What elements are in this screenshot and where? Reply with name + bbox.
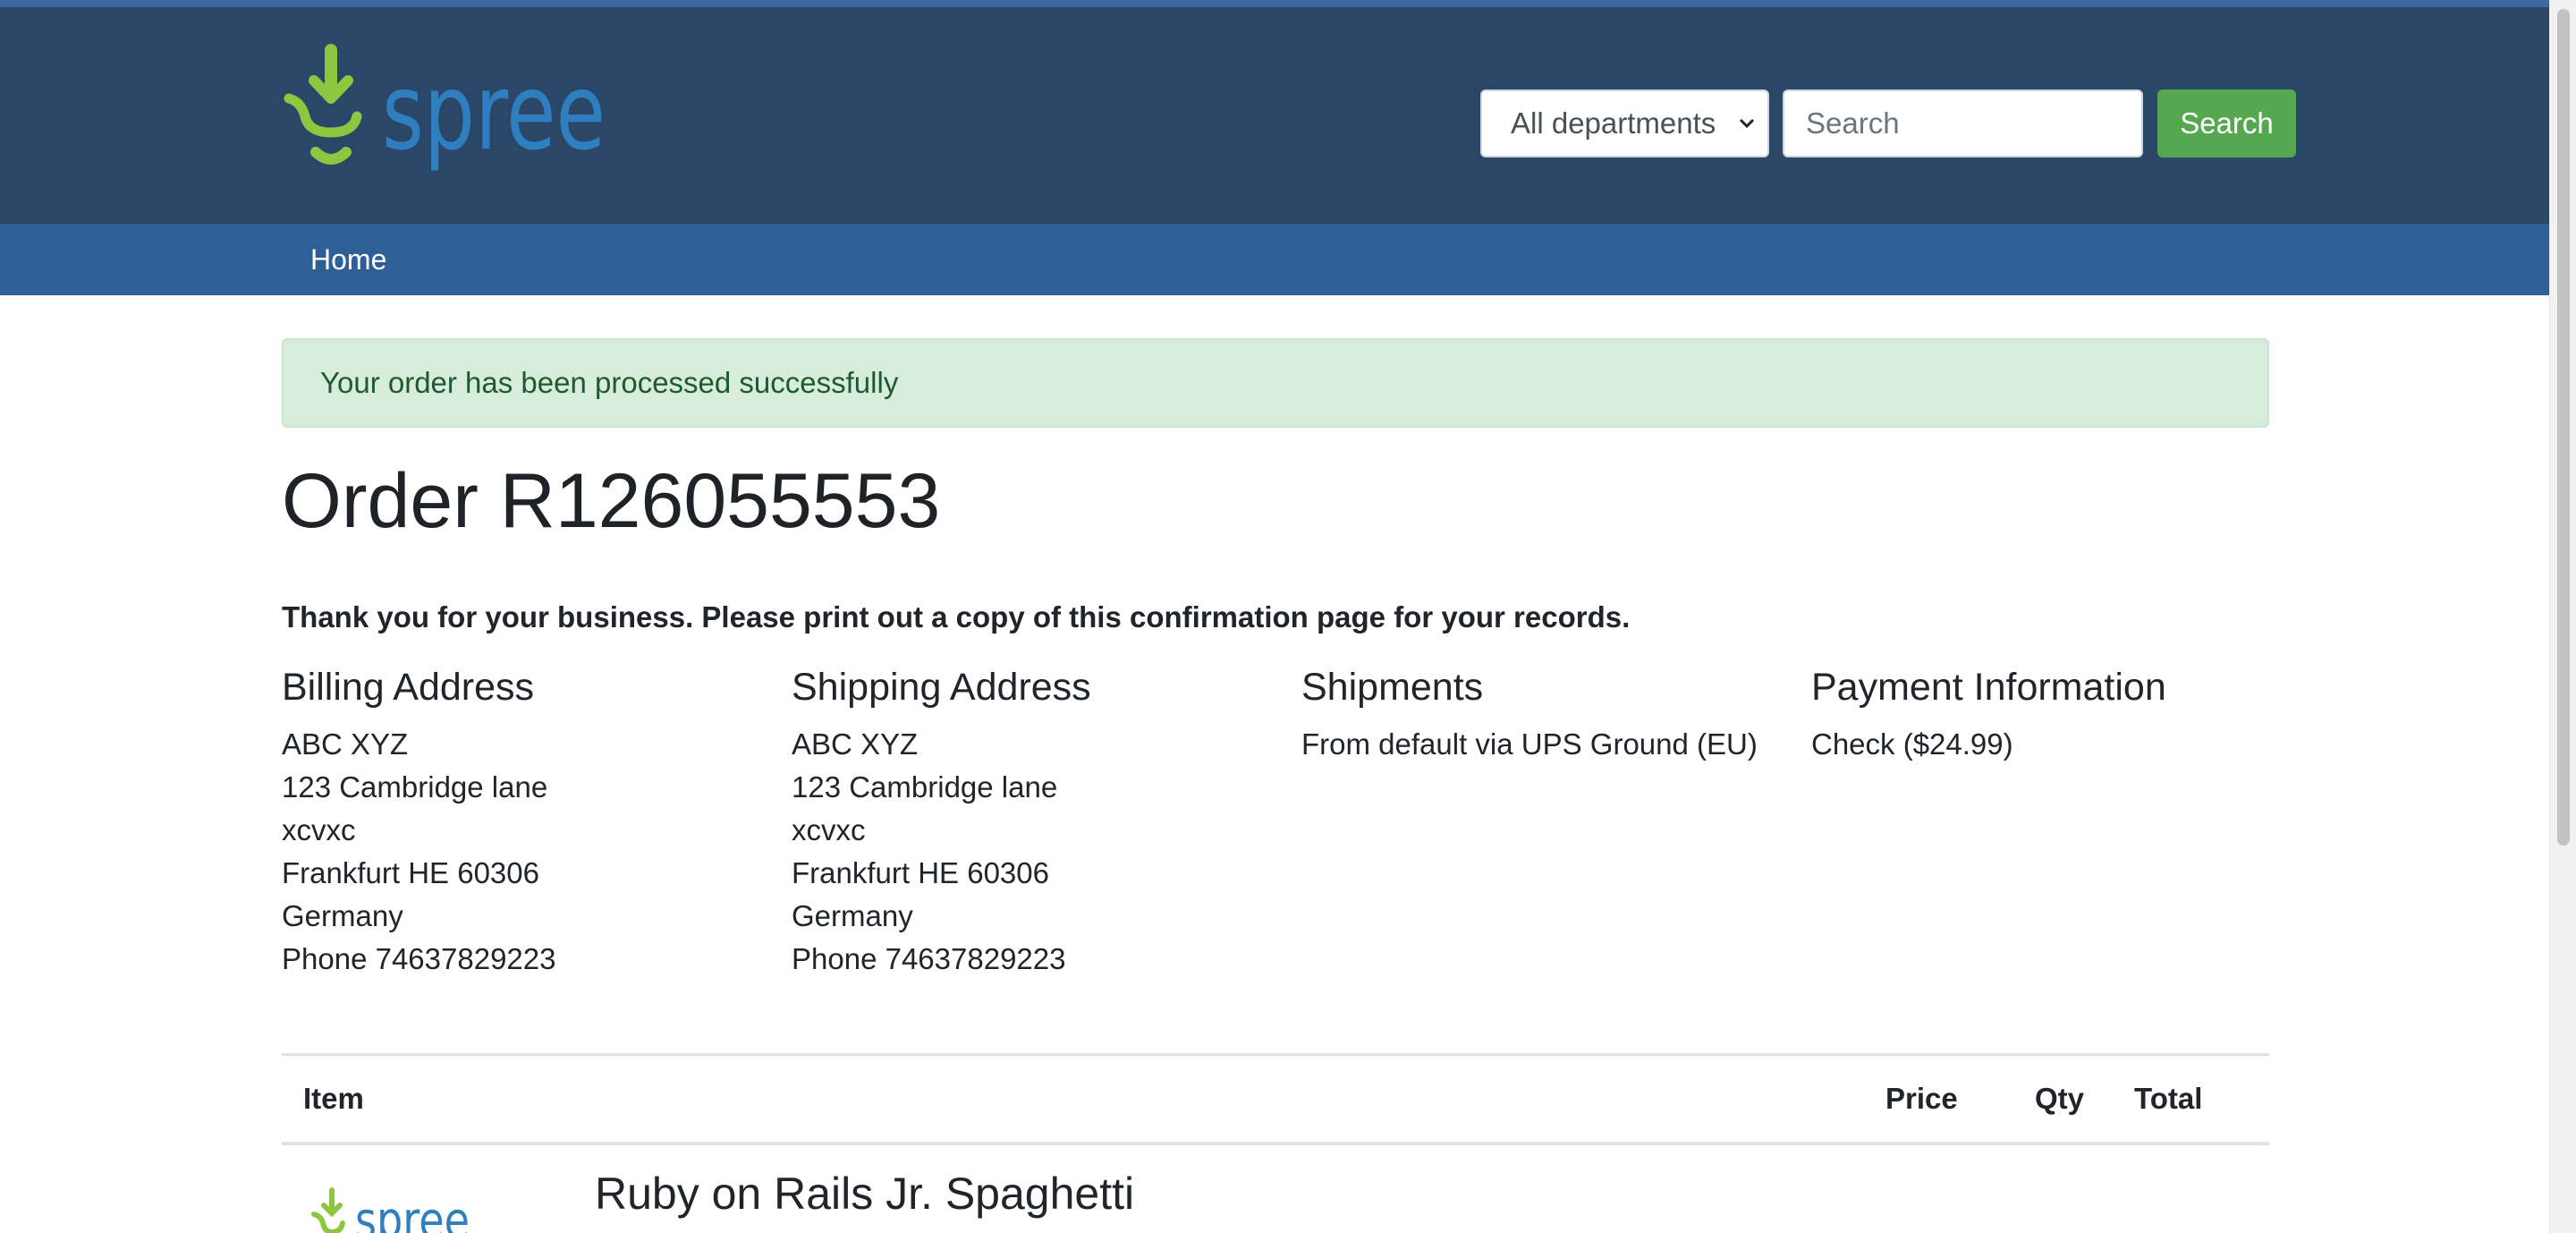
billing-country: Germany [282,899,403,932]
spree-logo: spree [284,44,606,174]
table-top-border [282,1053,2269,1056]
search-button[interactable]: Search [2157,89,2296,157]
table-header-qty: Qty [2035,1082,2085,1115]
billing-street: 123 Cambridge lane [282,770,548,804]
shipping-address-lines: ABC XYZ 123 Cambridge lane xcvxc Frankfu… [792,723,1275,981]
chevron-down-icon [1739,118,1755,129]
table-header-price: Price [1885,1082,1958,1115]
billing-address-heading: Billing Address [282,666,535,709]
shipment-method: From default via UPS Ground (EU) [1301,727,1758,761]
shipping-street: 123 Cambridge lane [792,770,1058,804]
svg-text:spree: spree [382,50,606,174]
top-accent-bar [0,0,2549,7]
product-name-link[interactable]: Ruby on Rails Jr. Spaghetti [595,1168,1134,1220]
main-nav: Home [0,224,2549,295]
shipping-name: ABC XYZ [792,727,919,761]
shipping-city: Frankfurt HE 60306 [792,856,1049,889]
nav-home-link[interactable]: Home [310,224,386,295]
scrollbar-thumb[interactable] [2557,9,2570,846]
shipping-address-section: Shipping Address ABC XYZ 123 Cambridge l… [792,662,1275,981]
shipping-country: Germany [792,899,913,932]
billing-address-lines: ABC XYZ 123 Cambridge lane xcvxc Frankfu… [282,723,765,981]
shipments-heading: Shipments [1301,666,1484,709]
shipping-address-heading: Shipping Address [792,666,1091,709]
department-select-value: All departments [1511,106,1716,140]
shipping-phone: Phone 74637829223 [792,942,1066,975]
payment-info-heading: Payment Information [1811,666,2166,709]
billing-street2: xcvxc [282,813,356,846]
site-header: spree All departments Search [0,7,2549,224]
department-select[interactable]: All departments [1480,89,1769,157]
payment-method: Check ($24.99) [1811,727,2013,761]
vertical-scrollbar[interactable] [2549,0,2576,1233]
success-alert-text: Your order has been processed successful… [320,366,899,399]
product-thumbnail[interactable]: spree [309,1186,479,1233]
table-header-item: Item [303,1082,364,1115]
billing-phone: Phone 74637829223 [282,942,556,975]
payment-info-section: Payment Information Check ($24.99) [1811,662,2294,766]
order-title: Order R126055553 [282,458,941,544]
search-input[interactable] [1783,89,2143,157]
table-header-divider [282,1142,2269,1145]
billing-city: Frankfurt HE 60306 [282,856,539,889]
table-header-total: Total [2134,1082,2203,1115]
shipping-street2: xcvxc [792,813,866,846]
shipments-section: Shipments From default via UPS Ground (E… [1301,662,1784,766]
billing-name: ABC XYZ [282,727,409,761]
svg-text:spree: spree [355,1192,470,1233]
thank-you-message: Thank you for your business. Please prin… [282,600,1631,634]
success-alert: Your order has been processed successful… [282,338,2269,428]
billing-address-section: Billing Address ABC XYZ 123 Cambridge la… [282,662,765,981]
